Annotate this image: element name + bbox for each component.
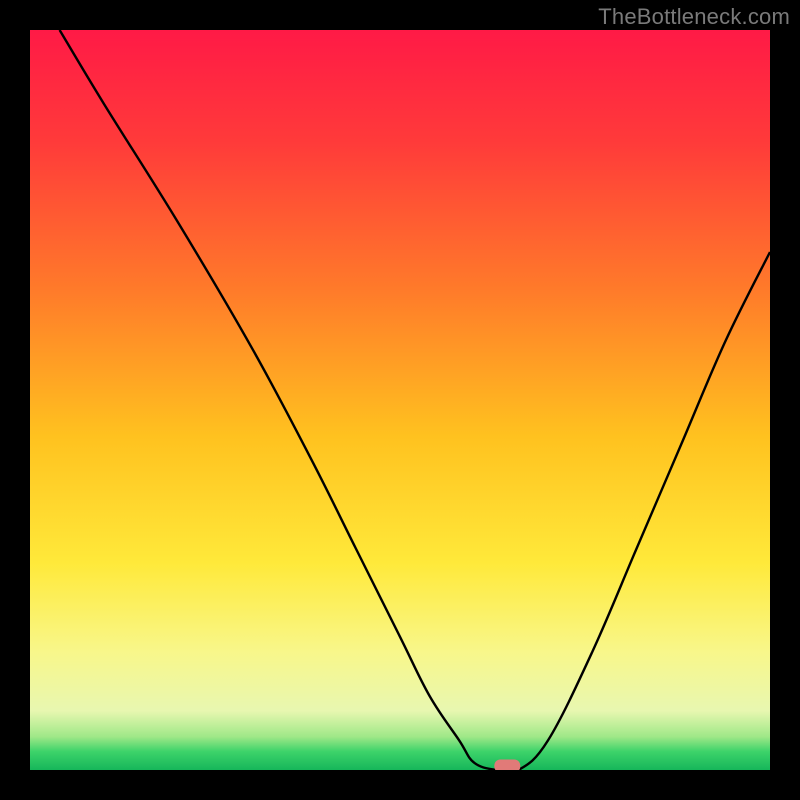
chart-frame: TheBottleneck.com	[0, 0, 800, 800]
chart-svg	[30, 30, 770, 770]
chart-background	[30, 30, 770, 770]
plot-area	[30, 30, 770, 770]
optimal-point-marker	[494, 760, 520, 771]
watermark-text: TheBottleneck.com	[598, 4, 790, 30]
